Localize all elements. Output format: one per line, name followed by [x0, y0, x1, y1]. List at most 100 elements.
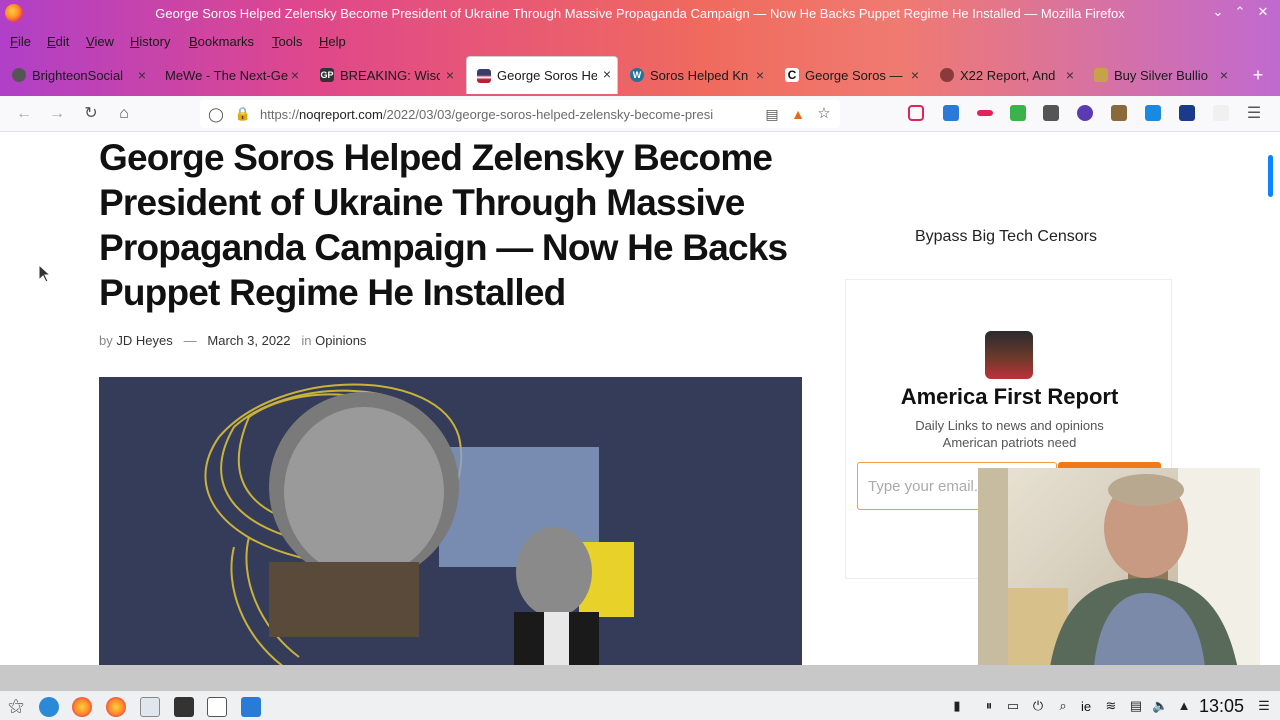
tab-label: George Soros — [805, 67, 903, 83]
avatar [985, 331, 1033, 379]
firefox-taskbar-icon[interactable] [72, 697, 92, 717]
close-tab-icon[interactable]: × [603, 66, 611, 82]
globe-icon[interactable] [39, 697, 59, 717]
lock-icon[interactable]: 🔒 [233, 104, 253, 124]
article-byline: by JD Heyes — March 3, 2022 in Opinions [99, 333, 366, 348]
clock[interactable]: 13:05 [1199, 696, 1244, 717]
tab-label: George Soros He [497, 68, 597, 83]
home-icon[interactable]: ⌂ [114, 104, 134, 124]
maximize-icon[interactable]: ⌃ [1231, 3, 1249, 21]
screen-recorder-icon[interactable] [207, 697, 227, 717]
tab-label: BREAKING: Wisc [340, 67, 440, 83]
url-text[interactable]: https://noqreport.com/2022/03/03/george-… [260, 107, 760, 122]
hero-illustration [204, 383, 634, 665]
extension-ya-icon[interactable] [1213, 105, 1229, 121]
clipboard-icon[interactable]: ▤ [1128, 698, 1144, 714]
extension-6-icon[interactable] [1010, 105, 1026, 121]
battery-status-icon[interactable]: ▭ [1005, 698, 1021, 714]
tab-x22[interactable]: X22 Report, And × [930, 58, 1080, 92]
forward-icon[interactable]: → [47, 104, 67, 124]
brighteon-icon [12, 68, 26, 82]
tab-soros-helped[interactable]: W Soros Helped Kn × [620, 58, 770, 92]
menu-help[interactable]: Help [319, 34, 346, 49]
author-link[interactable]: JD Heyes [116, 333, 172, 348]
window-titlebar[interactable]: George Soros Helped Zelensky Become Pres… [0, 0, 1280, 26]
vlc-icon[interactable]: ▲ [788, 104, 808, 124]
extension-s-icon[interactable] [1145, 105, 1161, 121]
battery-icon[interactable]: ▮ [949, 698, 965, 714]
menu-file[interactable]: File [10, 34, 31, 49]
pause-icon[interactable]: ⏸ [981, 698, 997, 714]
tab-mewe[interactable]: MeWe - The Next-Ge × [155, 58, 305, 92]
close-tab-icon[interactable]: × [1220, 67, 1228, 83]
navigation-bar: ← → ↻ ⌂ ◯ 🔒 https://noqreport.com/2022/0… [0, 96, 1280, 132]
menu-history[interactable]: History [130, 34, 170, 49]
x22-icon [940, 68, 954, 82]
terminal-icon[interactable] [174, 697, 194, 717]
byline-in: in [301, 333, 312, 348]
close-window-icon[interactable]: ✕ [1254, 3, 1272, 21]
minimize-icon[interactable]: ⌄ [1209, 3, 1227, 21]
pocket-icon[interactable] [908, 105, 924, 121]
close-tab-icon[interactable]: × [1066, 67, 1074, 83]
editor-icon[interactable] [140, 697, 160, 717]
tab-label: MeWe - The Next-Ge [165, 67, 289, 83]
extension-pen-icon[interactable] [1111, 105, 1127, 121]
menu-bar: File Edit View History Bookmarks Tools H… [0, 28, 1280, 54]
tray-expand-icon[interactable]: ▲ [1176, 698, 1192, 714]
extension-k-icon[interactable] [1077, 105, 1093, 121]
close-tab-icon[interactable]: × [911, 67, 919, 83]
gp-icon: GP [320, 68, 334, 82]
close-tab-icon[interactable]: × [756, 67, 764, 83]
new-tab-icon[interactable]: + [1248, 65, 1268, 85]
tab-buy-silver[interactable]: Buy Silver Bullio × [1084, 58, 1234, 92]
close-tab-icon[interactable]: × [138, 67, 146, 83]
byline-by: by [99, 333, 113, 348]
power-icon[interactable]: ⏻ [1030, 698, 1046, 714]
date-link[interactable]: March 3, 2022 [207, 333, 290, 348]
keyboard-layout[interactable]: ie [1081, 699, 1091, 714]
category-link[interactable]: Opinions [315, 333, 366, 348]
wordpress-icon: W [630, 68, 644, 82]
usb-icon[interactable]: ⌕ [1055, 698, 1071, 714]
c-icon: C [785, 68, 799, 82]
menu-edit[interactable]: Edit [47, 34, 69, 49]
page-scrollbar[interactable] [1266, 133, 1276, 665]
hero-image[interactable] [99, 377, 802, 665]
scroll-thumb[interactable] [1268, 155, 1273, 197]
tab-brighteon[interactable]: BrighteonSocial × [2, 58, 152, 92]
extension-badge-4-icon[interactable] [943, 105, 959, 121]
tab-george-soros-c[interactable]: C George Soros — × [775, 58, 925, 92]
widget-subtitle: Daily Links to news and opinions America… [915, 418, 1104, 450]
sidebar-heading: Bypass Big Tech Censors [914, 228, 1097, 245]
app-launcher-icon[interactable]: ⚝ [6, 697, 26, 717]
bookmark-star-icon[interactable]: ☆ [814, 104, 834, 124]
webcam-overlay [978, 468, 1260, 680]
firefox-taskbar-icon-2[interactable] [106, 697, 126, 717]
tab-bar: BrighteonSocial × MeWe - The Next-Ge × G… [0, 56, 1280, 94]
menu-bookmarks[interactable]: Bookmarks [189, 34, 254, 49]
close-tab-icon[interactable]: × [291, 67, 299, 83]
wifi-icon[interactable]: ≋ [1103, 698, 1119, 714]
back-icon[interactable]: ← [14, 104, 34, 124]
close-tab-icon[interactable]: × [446, 67, 454, 83]
taskbar: ⚝ ▮ ⏸ ▭ ⏻ ⌕ ie ≋ ▤ 🔈 ▲ 13:05 ☰ [0, 690, 1280, 720]
reload-icon[interactable]: ↻ [81, 104, 101, 124]
byline-dash: — [183, 333, 197, 348]
extension-s2-icon[interactable] [1179, 105, 1195, 121]
volume-icon[interactable]: 🔈 [1152, 698, 1168, 714]
shield-icon[interactable]: ◯ [206, 104, 226, 124]
menu-view[interactable]: View [86, 34, 114, 49]
file-manager-icon[interactable] [241, 697, 261, 717]
hamburger-menu-icon[interactable]: ☰ [1244, 104, 1264, 124]
show-desktop-icon[interactable]: ☰ [1256, 698, 1272, 714]
url-bar[interactable]: ◯ 🔒 https://noqreport.com/2022/03/03/geo… [200, 100, 840, 128]
menu-tools[interactable]: Tools [272, 34, 302, 49]
tab-label: Buy Silver Bullio [1114, 67, 1208, 83]
article-headline: George Soros Helped Zelensky Become Pres… [99, 137, 788, 313]
extension-grid-icon[interactable] [1043, 105, 1059, 121]
tab-george-soros-active[interactable]: George Soros He × [466, 56, 618, 94]
tab-breaking[interactable]: GP BREAKING: Wisc × [310, 58, 460, 92]
reader-view-icon[interactable]: ▤ [762, 104, 782, 124]
extension-bars-icon[interactable] [977, 110, 993, 116]
